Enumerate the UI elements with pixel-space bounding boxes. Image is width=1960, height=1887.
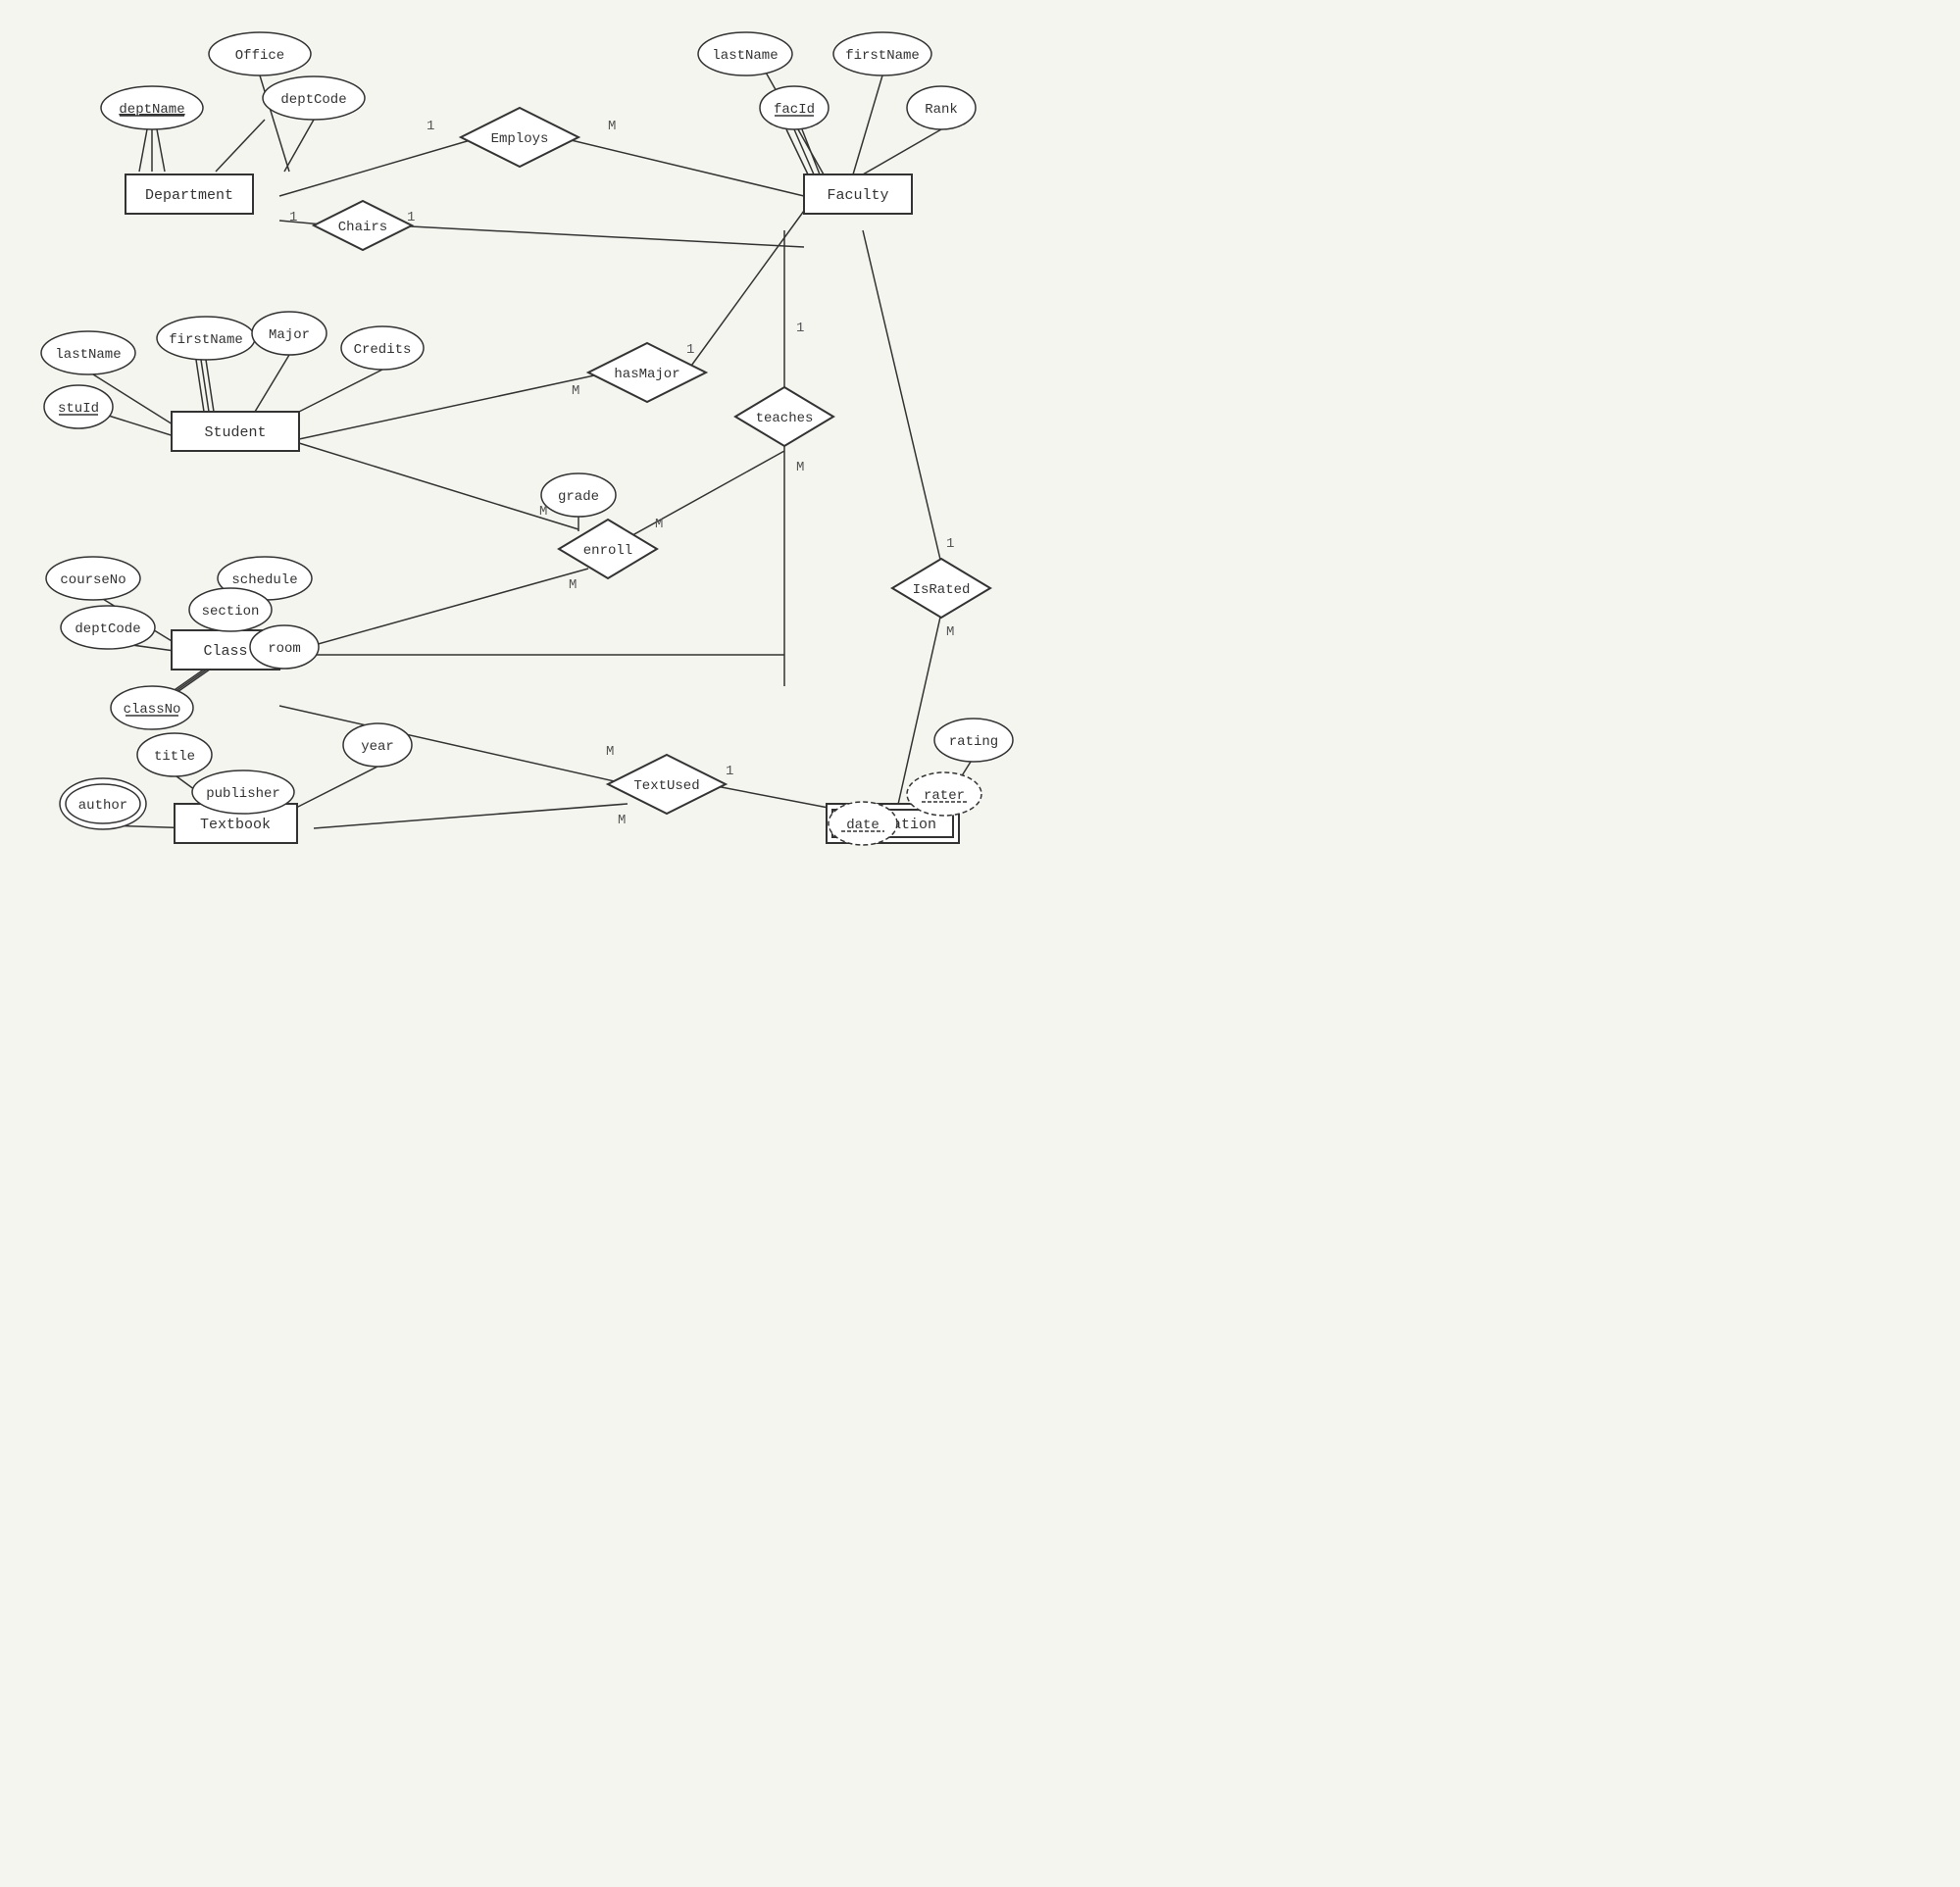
attr-rank-label: Rank — [925, 102, 958, 118]
relation-textused-label: TextUsed — [633, 778, 699, 794]
entity-student-label: Student — [204, 424, 266, 441]
relation-israted-label: IsRated — [913, 582, 971, 598]
entity-class-label: Class — [203, 643, 247, 660]
relation-hasmajor-label: hasMajor — [614, 367, 679, 382]
card-textused-m2: M — [618, 813, 626, 828]
attr-courseno-label: courseNo — [60, 572, 126, 588]
attr-deptcode-class-label: deptCode — [75, 621, 140, 637]
attr-section-label: section — [202, 604, 260, 620]
entity-faculty-label: Faculty — [827, 187, 888, 204]
card-teaches-1: 1 — [796, 321, 804, 336]
attr-room-label: room — [268, 641, 301, 657]
card-hasmajor-1: 1 — [686, 342, 694, 358]
entity-department-label: Department — [145, 187, 233, 204]
card-chairs-1a: 1 — [289, 210, 297, 225]
card-enroll-m3: M — [655, 517, 663, 532]
attr-grade-label: grade — [558, 489, 599, 505]
relation-employs-label: Employs — [491, 131, 549, 147]
card-israted-1: 1 — [946, 536, 954, 552]
card-enroll-m2: M — [569, 577, 577, 593]
attr-title-label: title — [154, 749, 195, 765]
attr-deptcode-dept-label: deptCode — [280, 92, 346, 108]
attr-firstname-fac-label: firstName — [845, 48, 920, 64]
attr-schedule-label: schedule — [231, 572, 297, 588]
card-israted-m: M — [946, 624, 954, 640]
relation-chairs-label: Chairs — [338, 220, 387, 235]
card-teaches-m: M — [796, 460, 804, 475]
attr-office-label: Office — [235, 48, 284, 64]
attr-publisher-label: publisher — [206, 786, 280, 802]
attr-year-label: year — [361, 739, 394, 755]
attr-lastname-stu-label: lastName — [55, 347, 121, 363]
attr-author-label: author — [78, 798, 127, 814]
entity-textbook-label: Textbook — [200, 817, 271, 833]
card-hasmajor-m: M — [572, 383, 579, 399]
attr-firstname-stu-label: firstName — [169, 332, 243, 348]
card-enroll-m1: M — [539, 504, 547, 520]
card-employs-1: 1 — [427, 119, 434, 134]
card-textused-1: 1 — [726, 764, 733, 779]
attr-lastname-fac-label: lastName — [712, 48, 778, 64]
attr-rating-label: rating — [949, 734, 998, 750]
attr-credits-label: Credits — [354, 342, 412, 358]
card-employs-m: M — [608, 119, 616, 134]
card-textused-m1: M — [606, 744, 614, 760]
card-chairs-1b: 1 — [407, 210, 415, 225]
relation-teaches-label: teaches — [756, 411, 814, 426]
attr-major-label: Major — [269, 327, 310, 343]
relation-enroll-label: enroll — [583, 543, 632, 559]
